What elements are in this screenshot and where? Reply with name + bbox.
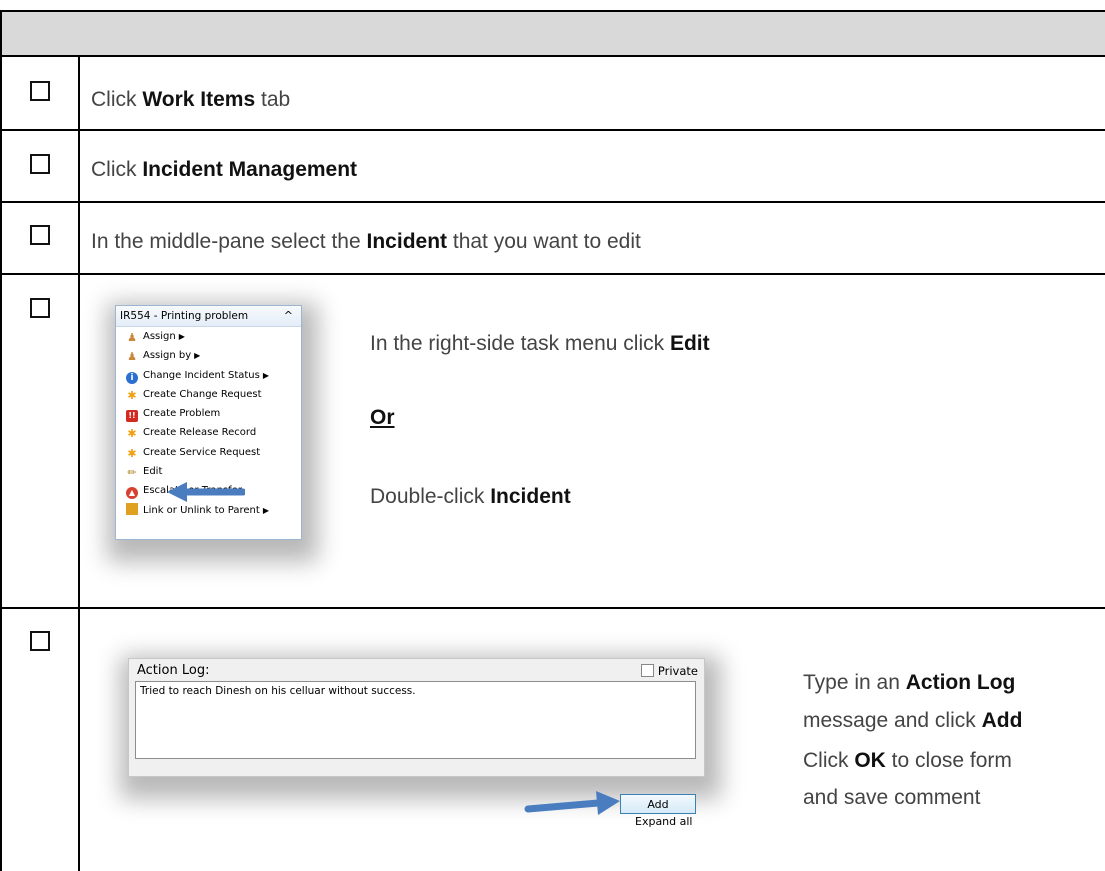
step-checkbox[interactable] (30, 81, 50, 101)
menu-item-create-change-request[interactable]: ✱ Create Change Request (116, 385, 301, 404)
step-4-line-1: In the right-side task menu click Edit (370, 332, 710, 355)
menu-item-create-service-request[interactable]: ✱ Create Service Request (116, 443, 301, 462)
private-checkbox[interactable]: Private (640, 664, 698, 678)
submenu-arrow-icon: ▶ (178, 332, 185, 341)
escalate-icon: ▲ (126, 487, 138, 500)
action-log-textarea[interactable]: Tried to reach Dinesh on his celluar wit… (135, 681, 696, 759)
step-4-or: Or (370, 406, 395, 429)
star-icon: ✱ (127, 446, 137, 460)
expand-all-link[interactable]: Expand all (635, 815, 693, 828)
menu-item-edit[interactable]: ✏ Edit (116, 462, 301, 481)
action-log-screenshot: Action Log: Private Tried to reach Dines… (128, 658, 705, 777)
step-5-line-2: message and click Add (803, 709, 1023, 732)
step-3-text: In the middle-pane select the Incident t… (91, 230, 641, 253)
menu-item-change-status[interactable]: i Change Incident Status ▶ (116, 366, 301, 385)
table-rule (0, 607, 1105, 609)
action-log-title: Action Log: (137, 663, 210, 678)
link-icon (126, 502, 138, 515)
pencil-icon: ✏ (127, 466, 137, 480)
checkbox-icon (640, 664, 654, 677)
step-2-text: Click Incident Management (91, 158, 358, 181)
user-icon: ♟ (127, 350, 137, 364)
table-header-row (2, 11, 1105, 56)
submenu-arrow-icon: ▶ (194, 351, 201, 361)
submenu-arrow-icon: ▶ (262, 370, 269, 380)
arrow-pointer-icon (524, 791, 620, 815)
task-menu-screenshot: IR554 - Printing problem ^ ♟ Assign ▶ ♟ Assi… (115, 305, 302, 540)
table-rule (0, 55, 1105, 57)
star-icon: ✱ (127, 388, 137, 402)
star-icon: ✱ (127, 427, 137, 441)
menu-item-create-problem[interactable]: !! Create Problem (116, 404, 301, 423)
table-border-left (0, 10, 2, 871)
add-button[interactable]: Add (620, 794, 696, 814)
menu-item-create-release-record[interactable]: ✱ Create Release Record (116, 423, 301, 442)
menu-item-assign[interactable]: ♟ Assign ▶ (116, 327, 301, 346)
menu-item-assign-by[interactable]: ♟ Assign by ▶ (116, 346, 301, 365)
table-rule (0, 129, 1105, 131)
problem-icon: !! (126, 410, 138, 423)
step-checkbox[interactable] (30, 225, 50, 245)
task-menu-title: IR554 - Printing problem ^ (116, 306, 301, 327)
step-1-text: Click Work Items tab (91, 88, 291, 111)
table-column-divider (78, 55, 80, 871)
step-5-line-3: Click OK to close form (803, 749, 1012, 772)
table-rule (0, 273, 1105, 275)
step-5-line-4: and save comment (803, 786, 981, 809)
step-checkbox[interactable] (30, 298, 50, 318)
arrow-pointer-icon (167, 482, 245, 502)
submenu-arrow-icon: ▶ (262, 505, 269, 515)
step-checkbox[interactable] (30, 631, 50, 651)
step-checkbox[interactable] (30, 154, 50, 174)
step-4-line-2: Double-click Incident (370, 485, 571, 508)
table-border-top (0, 10, 1105, 12)
user-icon: ♟ (127, 331, 137, 344)
instruction-table: Click Work Items tab Click Incident Mana… (0, 0, 1105, 871)
collapse-caret-icon: ^ (283, 309, 293, 322)
step-5-line-1: Type in an Action Log (803, 671, 1016, 694)
info-icon: i (126, 371, 138, 384)
table-rule (0, 201, 1105, 203)
